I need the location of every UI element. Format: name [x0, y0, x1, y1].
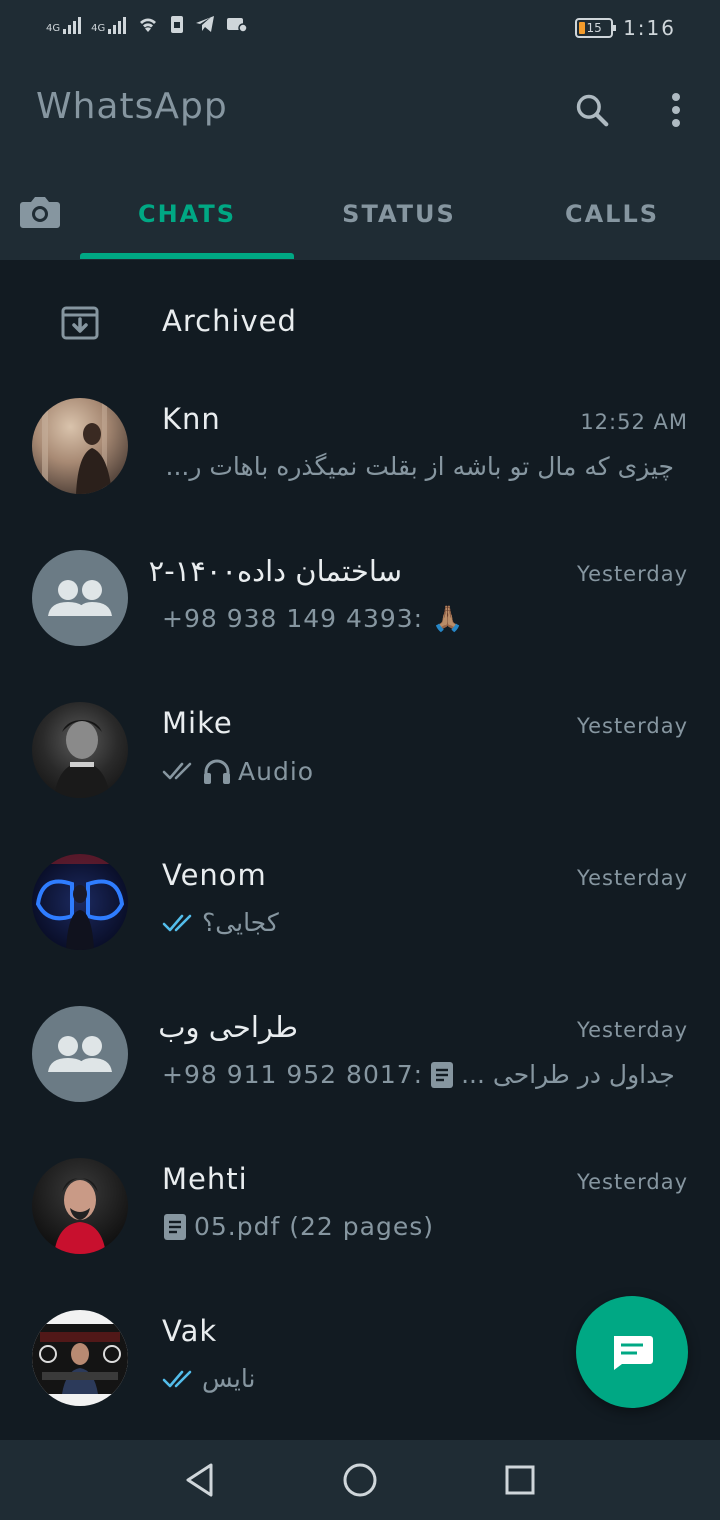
chat-time: Yesterday [577, 562, 688, 586]
message-icon [614, 1336, 653, 1370]
avatar [32, 854, 128, 950]
chat-time: 12:52 AM [580, 410, 688, 434]
avatar [32, 1006, 128, 1102]
avatar [32, 1158, 128, 1254]
sim-icon [171, 16, 184, 33]
double-tick-icon [162, 762, 192, 780]
mail-icon [227, 18, 248, 33]
chat-preview: +98 938 149 4393: 🙏🏽 [162, 604, 464, 634]
tab-chats[interactable]: CHATS [80, 168, 294, 260]
preview-sender: +98 911 952 8017: [162, 1060, 424, 1089]
preview-text: 05.pdf (22 pages) [194, 1212, 434, 1241]
recents-icon [505, 1465, 535, 1495]
double-tick-read-icon [162, 914, 192, 931]
chat-preview: چیزی که مال تو باشه از بقلت نمیگذره باها… [166, 452, 674, 481]
signal-icon-2: 4G [91, 17, 127, 34]
avatar [32, 1310, 128, 1406]
more-options-button[interactable] [652, 84, 700, 136]
recents-button[interactable] [498, 1458, 542, 1502]
group-icon [48, 1036, 112, 1072]
more-vert-icon [672, 93, 680, 127]
document-icon [164, 1213, 186, 1240]
archived-row[interactable]: Archived [0, 268, 720, 378]
preview-text: Audio [238, 756, 315, 786]
tab-camera[interactable] [10, 186, 70, 238]
group-icon [48, 580, 112, 616]
chat-row[interactable]: Mehti Yesterday 05.pdf (22 pages) [0, 1158, 720, 1310]
chat-row[interactable]: ساختمان داده۱۴۰۰-۲ Yesterday +98 938 149… [0, 550, 720, 702]
chat-preview: Audio [162, 756, 314, 786]
new-chat-button[interactable] [576, 1296, 688, 1408]
chat-row[interactable]: طراحی وب Yesterday +98 911 952 8017: جدا… [0, 1006, 720, 1158]
chat-time: Yesterday [577, 866, 688, 890]
status-icons-left: 4G 4G [46, 14, 248, 34]
chat-name: Knn [162, 402, 221, 436]
chat-name: Mehti [162, 1162, 248, 1196]
chat-preview: 05.pdf (22 pages) [162, 1212, 434, 1241]
avatar [32, 702, 128, 798]
home-button[interactable] [338, 1458, 382, 1502]
preview-text: +98 938 149 4393: 🙏🏽 [162, 604, 465, 633]
battery-icon: 15 [575, 18, 617, 38]
avatar-photo [32, 1324, 128, 1394]
double-tick-read-icon [162, 1370, 192, 1387]
chat-time: Yesterday [577, 714, 688, 738]
preview-text: نایس [202, 1364, 256, 1393]
search-button[interactable] [566, 84, 618, 136]
chat-preview: +98 911 952 8017: جداول در طراحی ... [162, 1060, 675, 1089]
chat-name: Mike [162, 706, 233, 740]
preview-text: چیزی که مال تو باشه از بقلت نمیگذره باها… [165, 452, 674, 481]
chat-row[interactable]: Mike Yesterday Audio [0, 702, 720, 854]
tab-bar: CHATS STATUS CALLS [0, 168, 720, 260]
avatar [32, 550, 128, 646]
back-icon [186, 1463, 213, 1497]
avatar-photo [42, 398, 112, 494]
avatar-photo [54, 720, 110, 798]
preview-text: جداول در طراحی ... [461, 1060, 675, 1089]
chat-name: Venom [162, 858, 267, 892]
archive-icon [61, 306, 99, 340]
chat-preview: کجایی؟ [162, 908, 279, 937]
chat-row[interactable]: Venom Yesterday کجایی؟ [0, 854, 720, 1006]
tab-calls[interactable]: CALLS [505, 168, 719, 260]
avatar-photo [54, 1178, 106, 1254]
status-bar: 4G 4G 15 1:16 [0, 0, 720, 56]
document-icon [431, 1061, 454, 1088]
chat-time: Yesterday [577, 1170, 688, 1194]
back-button[interactable] [178, 1458, 222, 1502]
clock: 1:16 [623, 16, 676, 40]
search-icon [576, 94, 609, 127]
telegram-icon [196, 16, 215, 32]
camera-icon [20, 197, 60, 228]
preview-text: کجایی؟ [202, 908, 279, 937]
avatar-photo [32, 854, 128, 950]
chat-name: Vak [162, 1314, 218, 1348]
headphones-icon [204, 759, 230, 784]
signal-icon: 4G [46, 17, 82, 34]
chat-name: ساختمان داده۱۴۰۰-۲ [148, 554, 402, 588]
active-tab-indicator [80, 253, 294, 259]
chat-preview: نایس [162, 1364, 255, 1393]
app-bar: WhatsApp [0, 56, 720, 168]
app-title: WhatsApp [36, 86, 228, 127]
tab-status[interactable]: STATUS [292, 168, 506, 260]
chat-name: طراحی وب [158, 1010, 298, 1044]
avatar [32, 398, 128, 494]
chat-time: Yesterday [577, 1018, 688, 1042]
status-icons-right: 15 1:16 [575, 16, 676, 40]
archived-label: Archived [162, 304, 297, 338]
home-icon [343, 1463, 377, 1497]
chat-row[interactable]: Knn 12:52 AM چیزی که مال تو باشه از بقلت… [0, 398, 720, 550]
system-nav-bar [0, 1440, 720, 1520]
wifi-icon [140, 18, 157, 32]
